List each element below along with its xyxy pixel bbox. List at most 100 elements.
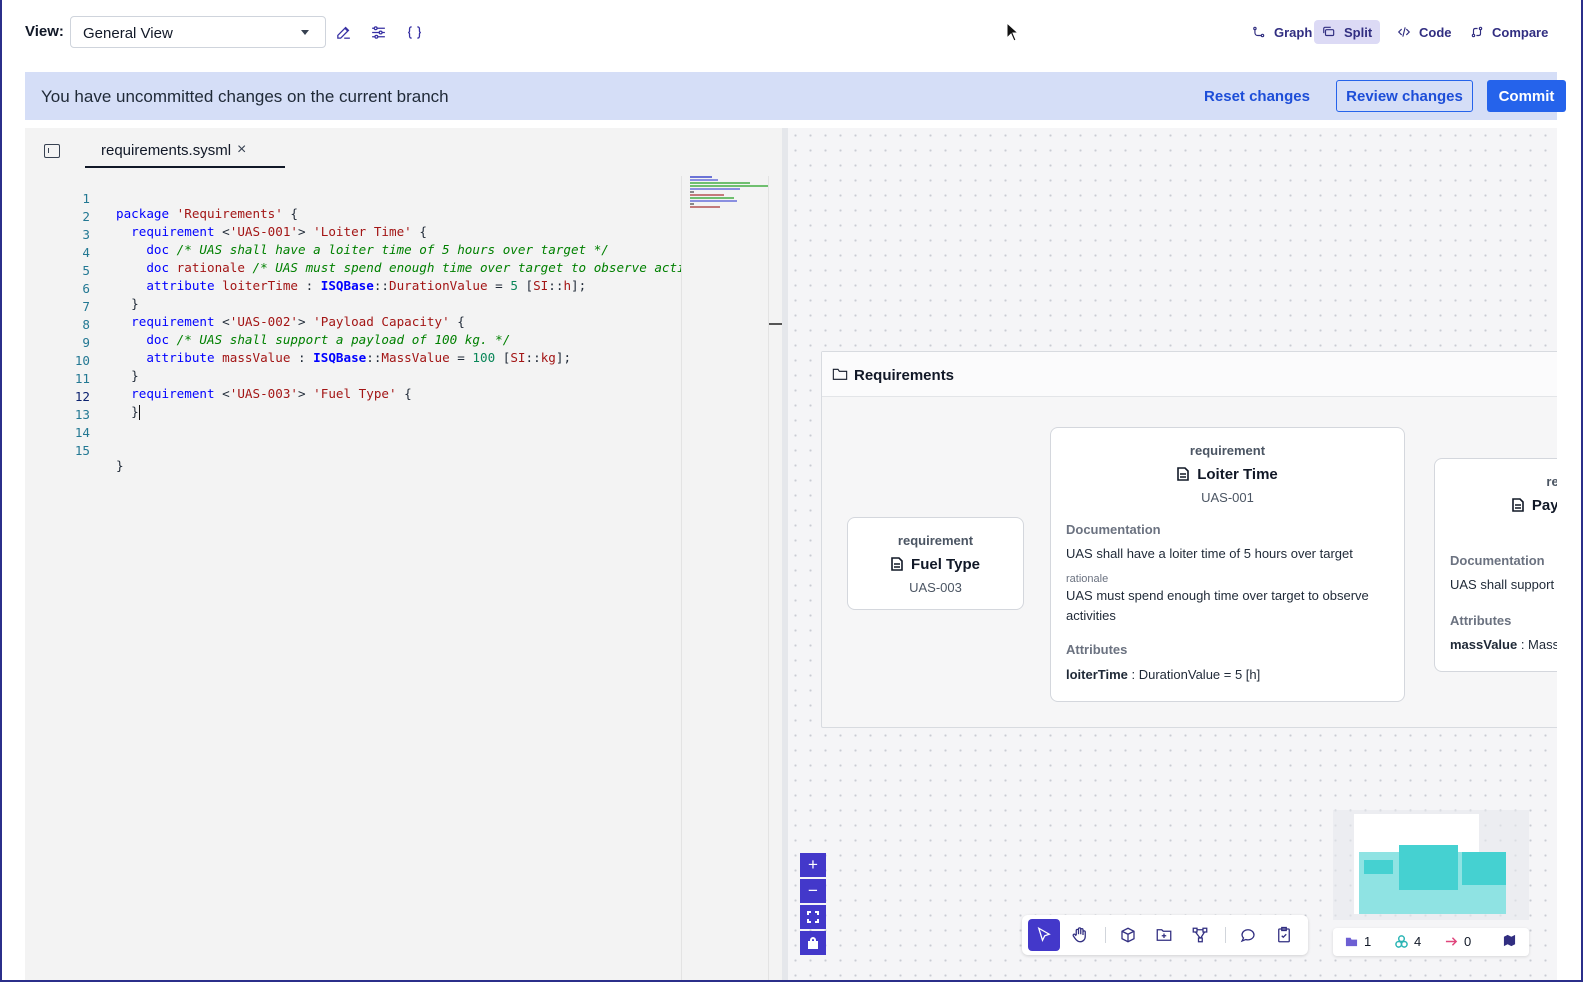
minimap-line [690,203,694,205]
diagram-stats-bar: 1 4 0 [1333,928,1529,956]
node-name: Payload Capacity [1435,497,1557,514]
mode-code-button[interactable]: Code [1389,20,1460,44]
minimap-node [1364,860,1393,874]
review-changes-button[interactable]: Review changes [1336,80,1473,112]
attribute-row: massValue : MassValue = 100 [kg] [1450,637,1557,652]
code-line: 5 attribute loiterTime : ISQBase::Durati… [37,248,681,293]
clipboard-check-icon [1278,926,1290,943]
diagram-minimap[interactable] [1333,810,1529,920]
minimap-line [690,185,768,187]
code-line: 11 requirement <'UAS-003'> 'Fuel Type' { [37,356,681,401]
document-icon [891,557,903,571]
code-line: 8 doc /* UAS shall support a payload of … [37,302,681,347]
node-id: UAS-002 [1435,521,1557,536]
minimap-line [690,179,718,181]
zoom-out-button[interactable]: − [800,879,826,903]
add-part-tool[interactable] [1112,919,1144,951]
code-line: 6 } [37,266,681,311]
minimap-line [690,197,734,199]
mode-compare-label: Compare [1492,24,1549,40]
commit-button[interactable]: Commit [1487,80,1566,112]
view-select[interactable]: General View [70,16,326,48]
rationale-label: rationale [1066,573,1109,585]
zoom-in-button[interactable]: + [800,853,826,877]
mode-split-label: Split [1344,24,1373,40]
editor-tab-bar: requirements.sysml × [25,128,788,176]
lock-button[interactable] [800,931,826,955]
folder-plus-icon [1156,929,1172,941]
mode-graph-label: Graph [1274,24,1313,40]
graph-icon [1253,26,1265,38]
reset-changes-button[interactable]: Reset changes [1197,80,1317,112]
diagram-canvas[interactable]: Requirements requirement Fuel Type UAS-0… [788,128,1557,980]
mouse-cursor-icon [1006,22,1020,42]
fit-view-button[interactable] [800,905,826,929]
elements-icon [1395,935,1408,948]
code-line: 14 [37,410,681,440]
attributes-header: Attributes [1066,642,1128,657]
relation-count: 0 [1445,934,1471,949]
documentation-text: UAS shall support a payload of 100 kg. [1450,577,1557,592]
code-minimap[interactable] [681,176,768,980]
node-stereotype: requirement [1189,443,1266,458]
add-requirement-tool[interactable] [1268,919,1300,951]
editor-scrollbar[interactable] [768,176,782,980]
requirement-node-loiter-time[interactable]: requirement Loiter Time UAS-001 Document… [1050,427,1405,702]
pan-tool[interactable] [1064,919,1096,951]
requirement-node-fuel-type[interactable]: requirement Fuel Type UAS-003 [847,517,1024,610]
code-line-current: 12 } [37,374,681,420]
documentation-text: UAS shall have a loiter time of 5 hours … [1066,546,1353,561]
minimap-line [690,188,740,190]
rationale-text: UAS must spend enough time over target t… [1066,588,1369,623]
code-line: 10 } [37,338,681,383]
tool-palette [1022,915,1308,955]
package-header: Requirements [822,352,1557,397]
code-line: 13 [37,392,681,422]
code-line: 4 doc rationale /* UAS must spend enough… [37,230,681,275]
zoom-controls: + − [800,853,826,957]
cube-icon [1121,927,1135,943]
pointer-icon [1037,926,1051,942]
node-id: UAS-001 [1201,490,1254,505]
requirement-node-payload-capacity[interactable]: requirement Payload Capacity UAS-002 Doc… [1434,458,1557,672]
document-icon [1177,467,1190,481]
sliders-icon[interactable] [368,22,388,42]
uncommitted-changes-banner: You have uncommitted changes on the curr… [25,72,1566,120]
code-text-area[interactable]: 1 package 'Requirements' { 2 requirement… [37,176,681,980]
view-label: View: [25,23,64,40]
file-tab-label: requirements.sysml [101,142,232,159]
sidebar-toggle-icon[interactable] [44,144,60,158]
mode-split-button[interactable]: Split [1314,20,1381,44]
banner-message: You have uncommitted changes on the curr… [41,87,449,106]
mode-graph-button[interactable]: Graph [1244,20,1320,44]
minimap-line [690,194,724,196]
close-icon[interactable]: × [237,141,246,159]
folder-icon [832,368,848,380]
minimap-line [690,206,720,208]
documentation-header: Documentation [1066,522,1161,537]
top-toolbar: View: General View Graph Split Code Comp… [0,0,1583,64]
select-tool[interactable] [1028,919,1060,951]
attribute-row: loiterTime : DurationValue = 5 [h] [1066,667,1261,682]
code-icon [1397,27,1411,37]
node-stereotype: requirement [897,533,974,548]
node-name: Fuel Type [848,556,1023,573]
map-icon[interactable] [1503,934,1516,947]
file-tab-requirements[interactable]: requirements.sysml × [85,136,285,168]
network-icon [1192,927,1208,943]
fit-view-icon [807,911,819,923]
element-count: 4 [1395,934,1421,949]
folder-icon [1345,937,1358,947]
arrow-right-icon [1445,937,1458,946]
mode-code-label: Code [1419,24,1452,40]
braces-icon[interactable] [404,22,424,42]
minimap-line [690,176,712,178]
mode-compare-button[interactable]: Compare [1462,20,1556,44]
edit-icon[interactable] [333,22,353,42]
add-comment-tool[interactable] [1232,919,1264,951]
minimap-line [690,182,750,184]
add-package-tool[interactable] [1148,919,1180,951]
add-connection-tool[interactable] [1184,919,1216,951]
lock-icon [808,937,818,949]
minimap-line [690,200,737,202]
